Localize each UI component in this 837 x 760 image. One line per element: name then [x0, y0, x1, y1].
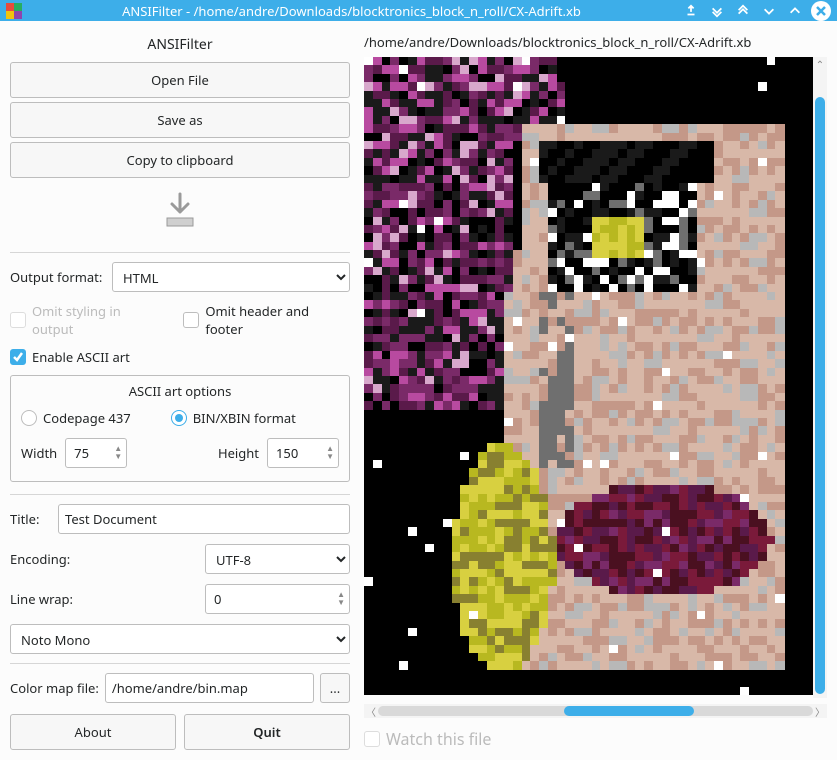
colormap-input[interactable]	[105, 673, 314, 703]
ascii-group-title: ASCII art options	[21, 382, 339, 400]
height-label: Height	[218, 444, 259, 462]
move-up-icon[interactable]	[733, 1, 753, 21]
quit-button[interactable]: Quit	[184, 714, 350, 750]
scroll-right-icon[interactable]: 〉	[813, 704, 827, 718]
vertical-scroll-thumb[interactable]	[815, 97, 825, 694]
enable-ascii-label: Enable ASCII art	[32, 348, 130, 366]
omit-styling-label: Omit styling in output	[32, 302, 165, 338]
colormap-browse-button[interactable]: ...	[320, 673, 350, 703]
horizontal-scroll-thumb[interactable]	[564, 706, 694, 716]
encoding-select[interactable]: UTF-8	[205, 544, 350, 574]
linewrap-label: Line wrap:	[10, 590, 80, 608]
horizontal-scrollbar[interactable]: 〈 〉	[364, 704, 827, 718]
omit-header-checkbox[interactable]: Omit header and footer	[183, 302, 350, 338]
output-format-select[interactable]: HTML	[112, 262, 350, 292]
bin-xbin-radio[interactable]: BIN/XBIN format	[171, 409, 296, 427]
width-spinner[interactable]: 75 ▲▼	[65, 438, 127, 468]
title-input[interactable]	[58, 504, 350, 534]
font-select[interactable]: Noto Mono	[10, 624, 350, 654]
watch-file-checkbox: Watch this file	[364, 728, 491, 750]
maximize-icon[interactable]	[785, 1, 805, 21]
open-file-button[interactable]: Open File	[10, 62, 350, 98]
panel-heading: ANSIFilter	[10, 31, 350, 58]
encoding-label: Encoding:	[10, 550, 80, 568]
linewrap-spinner[interactable]: 0 ▲▼	[205, 584, 350, 614]
titlebar: ANSIFilter - /home/andre/Downloads/block…	[0, 0, 837, 21]
minimize-icon[interactable]	[759, 1, 779, 21]
window-title: ANSIFilter - /home/andre/Downloads/block…	[28, 2, 675, 20]
move-down-icon[interactable]	[707, 1, 727, 21]
about-button[interactable]: About	[10, 714, 176, 750]
preview-canvas[interactable]	[364, 57, 827, 695]
width-label: Width	[21, 444, 57, 462]
preview-path: /home/andre/Downloads/blocktronics_block…	[364, 31, 827, 53]
preview-panel: /home/andre/Downloads/blocktronics_block…	[364, 31, 827, 750]
save-as-button[interactable]: Save as	[10, 102, 350, 138]
close-icon[interactable]	[811, 1, 831, 21]
vertical-scrollbar[interactable]: ⌃	[813, 57, 827, 698]
omit-header-label: Omit header and footer	[205, 302, 350, 338]
colormap-label: Color map file:	[10, 679, 99, 697]
scroll-up-icon[interactable]: ⌃	[813, 57, 827, 71]
app-icon	[6, 3, 22, 19]
pin-icon[interactable]	[681, 1, 701, 21]
height-spinner[interactable]: 150 ▲▼	[267, 438, 339, 468]
output-format-label: Output format:	[10, 268, 104, 286]
omit-styling-checkbox: Omit styling in output	[10, 302, 165, 338]
settings-panel: ANSIFilter Open File Save as Copy to cli…	[10, 31, 350, 750]
enable-ascii-checkbox[interactable]: Enable ASCII art	[10, 348, 130, 366]
watch-file-label: Watch this file	[386, 728, 491, 750]
bin-xbin-label: BIN/XBIN format	[193, 409, 296, 427]
drop-target-icon[interactable]	[10, 182, 350, 246]
codepage-437-radio[interactable]: Codepage 437	[21, 409, 131, 427]
ascii-options-group: ASCII art options Codepage 437 BIN/XBIN …	[10, 375, 350, 482]
codepage-437-label: Codepage 437	[43, 409, 131, 427]
scroll-left-icon[interactable]: 〈	[364, 704, 378, 718]
copy-clipboard-button[interactable]: Copy to clipboard	[10, 142, 350, 178]
title-label: Title:	[10, 510, 50, 528]
